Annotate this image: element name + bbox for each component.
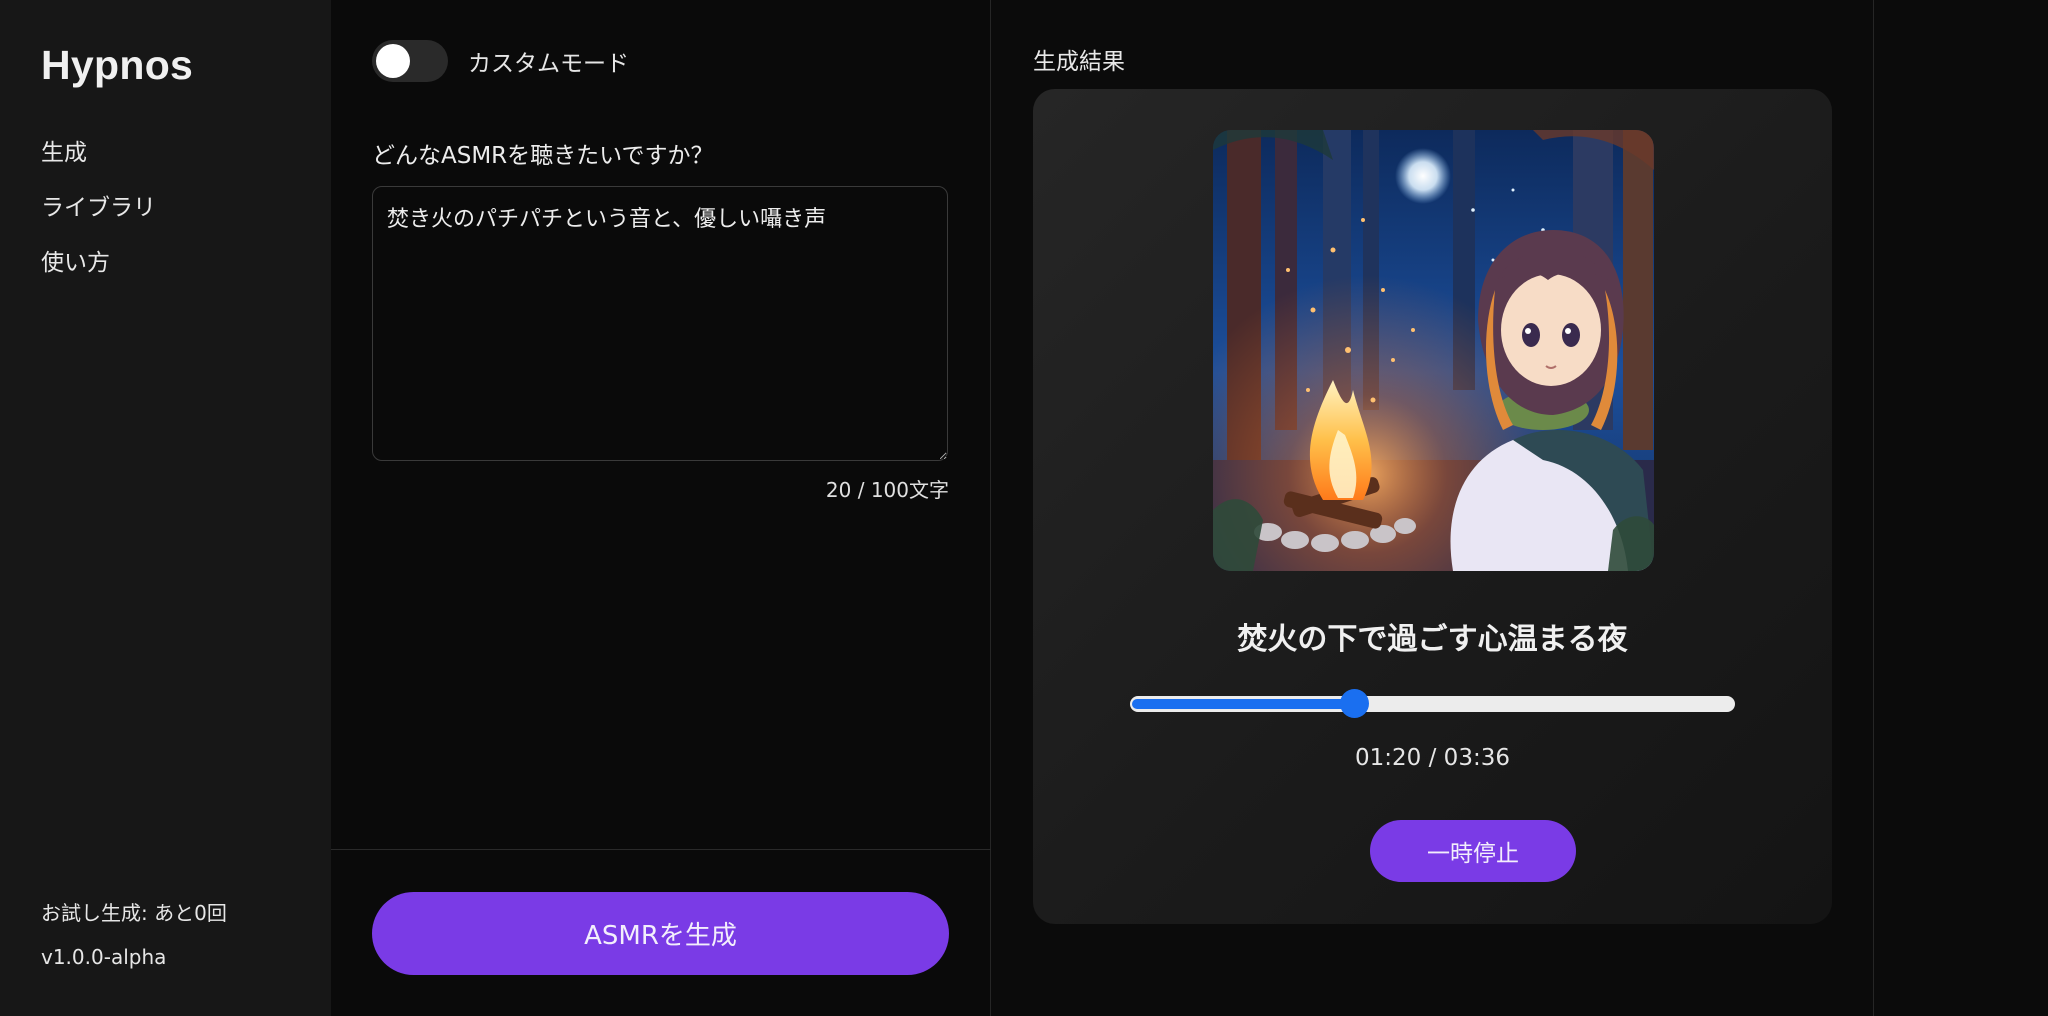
result-card: 焚火の下で過ごす心温まる夜 01:20 / 03:36 一時停止 xyxy=(1033,89,1832,924)
cover-art-image xyxy=(1213,130,1654,571)
prompt-label: どんなASMRを聴きたいですか？ xyxy=(372,143,714,169)
right-margin-area xyxy=(1875,0,2048,1016)
trial-remaining-text: お試し生成: あと0回 xyxy=(41,901,227,925)
brand-logo[interactable]: Hypnos xyxy=(41,42,193,89)
divider xyxy=(331,849,991,850)
track-title: 焚火の下で過ごす心温まる夜 xyxy=(1237,622,1628,657)
sidebar-footer: お試し生成: あと0回 v1.0.0-alpha xyxy=(41,897,227,969)
nav-item-library[interactable]: ライブラリ xyxy=(41,190,156,245)
sidebar-nav: 生成 ライブラリ 使い方 xyxy=(41,135,156,300)
result-heading: 生成結果 xyxy=(1033,49,1125,75)
version-label: v1.0.0-alpha xyxy=(41,945,167,969)
progress-fill xyxy=(1132,699,1354,709)
prompt-textarea[interactable] xyxy=(372,186,948,461)
custom-mode-label: カスタムモード xyxy=(468,51,629,77)
playback-progress-slider[interactable] xyxy=(1130,689,1735,718)
generate-asmr-button[interactable]: ASMRを生成 xyxy=(372,892,949,975)
custom-mode-row: カスタムモード xyxy=(372,40,629,82)
result-panel: 生成結果 焚火の下で過ごす心温まる夜 01:20 / 03:36 一時停止 xyxy=(992,0,1874,1016)
input-panel: カスタムモード どんなASMRを聴きたいですか？ 20 / 100文字 ASMR… xyxy=(331,0,991,1016)
toggle-knob xyxy=(376,44,410,78)
progress-thumb[interactable] xyxy=(1340,689,1369,718)
pause-button[interactable]: 一時停止 xyxy=(1370,820,1576,882)
custom-mode-toggle[interactable] xyxy=(372,40,448,82)
sidebar: Hypnos 生成 ライブラリ 使い方 お試し生成: あと0回 v1.0.0-a… xyxy=(0,0,331,1016)
char-count: 20 / 100文字 xyxy=(825,478,949,502)
nav-item-how-to-use[interactable]: 使い方 xyxy=(41,245,156,300)
time-display: 01:20 / 03:36 xyxy=(1355,745,1510,771)
nav-item-generate[interactable]: 生成 xyxy=(41,135,156,190)
